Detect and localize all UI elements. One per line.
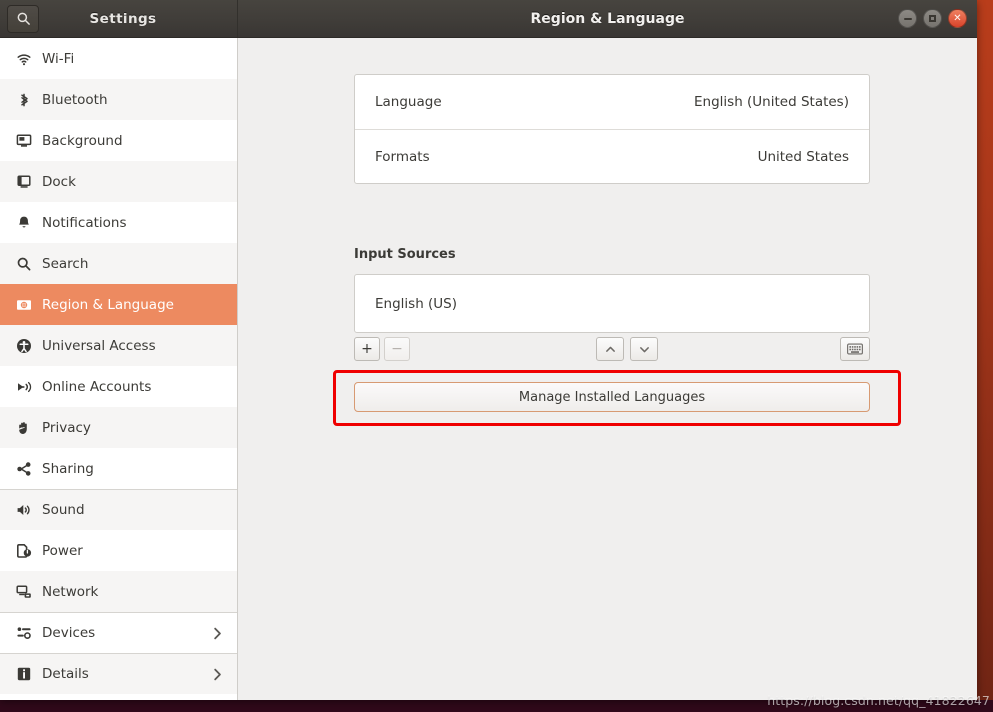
titlebar-right-pane: Region & Language ✕ — [238, 0, 977, 37]
language-card-row[interactable]: Language English (United States) — [355, 75, 869, 129]
language-card-row[interactable]: Formats United States — [355, 129, 869, 183]
remove-input-source-button[interactable]: − — [384, 337, 410, 361]
input-sources-title: Input Sources — [354, 247, 456, 262]
accessibility-icon — [10, 338, 38, 354]
add-input-source-button[interactable]: + — [354, 337, 380, 361]
move-down-button[interactable] — [630, 337, 658, 361]
sidebar-item-label: Details — [42, 666, 89, 682]
window-controls: ✕ — [898, 9, 967, 28]
online-accounts-icon — [10, 379, 38, 395]
chevron-right-icon — [210, 626, 225, 641]
sidebar-item-privacy[interactable]: Privacy — [0, 407, 237, 448]
titlebar: Settings Region & Language ✕ — [0, 0, 977, 38]
sidebar-item-label: Sharing — [42, 460, 94, 477]
titlebar-left-pane: Settings — [0, 0, 238, 37]
sidebar-item-label: Bluetooth — [42, 91, 108, 108]
sidebar: Wi-Fi Bluetooth Background Dock Notification… — [0, 38, 238, 700]
maximize-icon — [929, 15, 936, 22]
move-up-button[interactable] — [596, 337, 624, 361]
sidebar-item-label: Notifications — [42, 214, 127, 231]
sidebar-item-region-and-language[interactable]: Region & Language — [0, 284, 237, 325]
background-icon — [10, 133, 38, 149]
sidebar-item-search[interactable]: Search — [0, 243, 237, 284]
language-card: Language English (United States) Formats Un… — [354, 74, 870, 184]
sidebar-item-label: Dock — [42, 173, 76, 190]
sidebar-item-notifications[interactable]: Notifications — [0, 202, 237, 243]
search-icon — [10, 256, 38, 272]
settings-window: Settings Region & Language ✕ Wi-Fi Blueto… — [0, 0, 977, 700]
sidebar-item-network[interactable]: Network — [0, 571, 237, 612]
page-title: Region & Language — [530, 10, 685, 27]
maximize-button[interactable] — [923, 9, 942, 28]
minimize-icon — [903, 17, 912, 20]
sidebar-item-devices[interactable]: Devices — [0, 612, 237, 653]
row-value: English (United States) — [694, 94, 849, 110]
window-body: Wi-Fi Bluetooth Background Dock Notification… — [0, 38, 977, 700]
chevron-up-icon — [605, 346, 615, 352]
sidebar-item-label: Universal Access — [42, 337, 156, 354]
speaker-icon — [10, 502, 38, 518]
sidebar-item-online-accounts[interactable]: Online Accounts — [0, 366, 237, 407]
chevron-down-icon — [639, 346, 649, 352]
input-source-item[interactable]: English (US) — [355, 275, 869, 332]
sidebar-item-label: Network — [42, 583, 99, 600]
chevron-right-icon — [210, 667, 225, 682]
devices-icon — [10, 625, 38, 641]
region-language-icon — [10, 297, 38, 313]
sidebar-item-power[interactable]: Power — [0, 530, 237, 571]
keyboard-icon — [847, 343, 863, 355]
sidebar-item-label: Sound — [42, 502, 85, 518]
sidebar-item-wi-fi[interactable]: Wi-Fi — [0, 38, 237, 79]
hand-icon — [10, 420, 38, 436]
sidebar-item-sharing[interactable]: Sharing — [0, 448, 237, 489]
wifi-icon — [10, 51, 38, 67]
sidebar-item-label: Privacy — [42, 419, 91, 436]
sidebar-item-details[interactable]: Details — [0, 653, 237, 694]
sidebar-item-bluetooth[interactable]: Bluetooth — [0, 79, 237, 120]
sidebar-item-universal-access[interactable]: Universal Access — [0, 325, 237, 366]
bell-icon — [10, 215, 38, 231]
manage-installed-languages-button[interactable]: Manage Installed Languages — [354, 382, 870, 412]
sidebar-item-label: Devices — [42, 625, 96, 641]
search-icon[interactable] — [7, 4, 39, 33]
sidebar-item-label: Online Accounts — [42, 378, 152, 395]
input-sources-card: English (US) — [354, 274, 870, 333]
sidebar-item-background[interactable]: Background — [0, 120, 237, 161]
close-icon: ✕ — [953, 12, 962, 24]
watermark: https://blog.csdn.net/qq_41822647 — [767, 693, 990, 708]
row-label: Formats — [375, 148, 430, 165]
settings-label: Settings — [89, 10, 157, 27]
minimize-button[interactable] — [898, 9, 917, 28]
bluetooth-icon — [10, 92, 38, 108]
sidebar-item-label: Search — [42, 255, 89, 272]
power-icon — [10, 543, 38, 559]
main-content: Language English (United States) Formats Un… — [238, 38, 977, 700]
row-label: Language — [375, 94, 442, 110]
sidebar-item-sound[interactable]: Sound — [0, 489, 237, 530]
sidebar-item-label: Region & Language — [42, 296, 174, 313]
close-button[interactable]: ✕ — [948, 9, 967, 28]
dock-icon — [10, 174, 38, 190]
sidebar-item-label: Background — [42, 132, 123, 149]
sidebar-item-label: Power — [42, 542, 83, 559]
share-icon — [10, 461, 38, 477]
info-icon — [10, 666, 38, 682]
keyboard-shortcuts-button[interactable] — [840, 337, 870, 361]
sidebar-item-dock[interactable]: Dock — [0, 161, 237, 202]
network-icon — [10, 584, 38, 600]
input-sources-toolbar: + − — [354, 333, 870, 365]
row-value: United States — [757, 148, 849, 165]
sidebar-item-label: Wi-Fi — [42, 50, 75, 67]
